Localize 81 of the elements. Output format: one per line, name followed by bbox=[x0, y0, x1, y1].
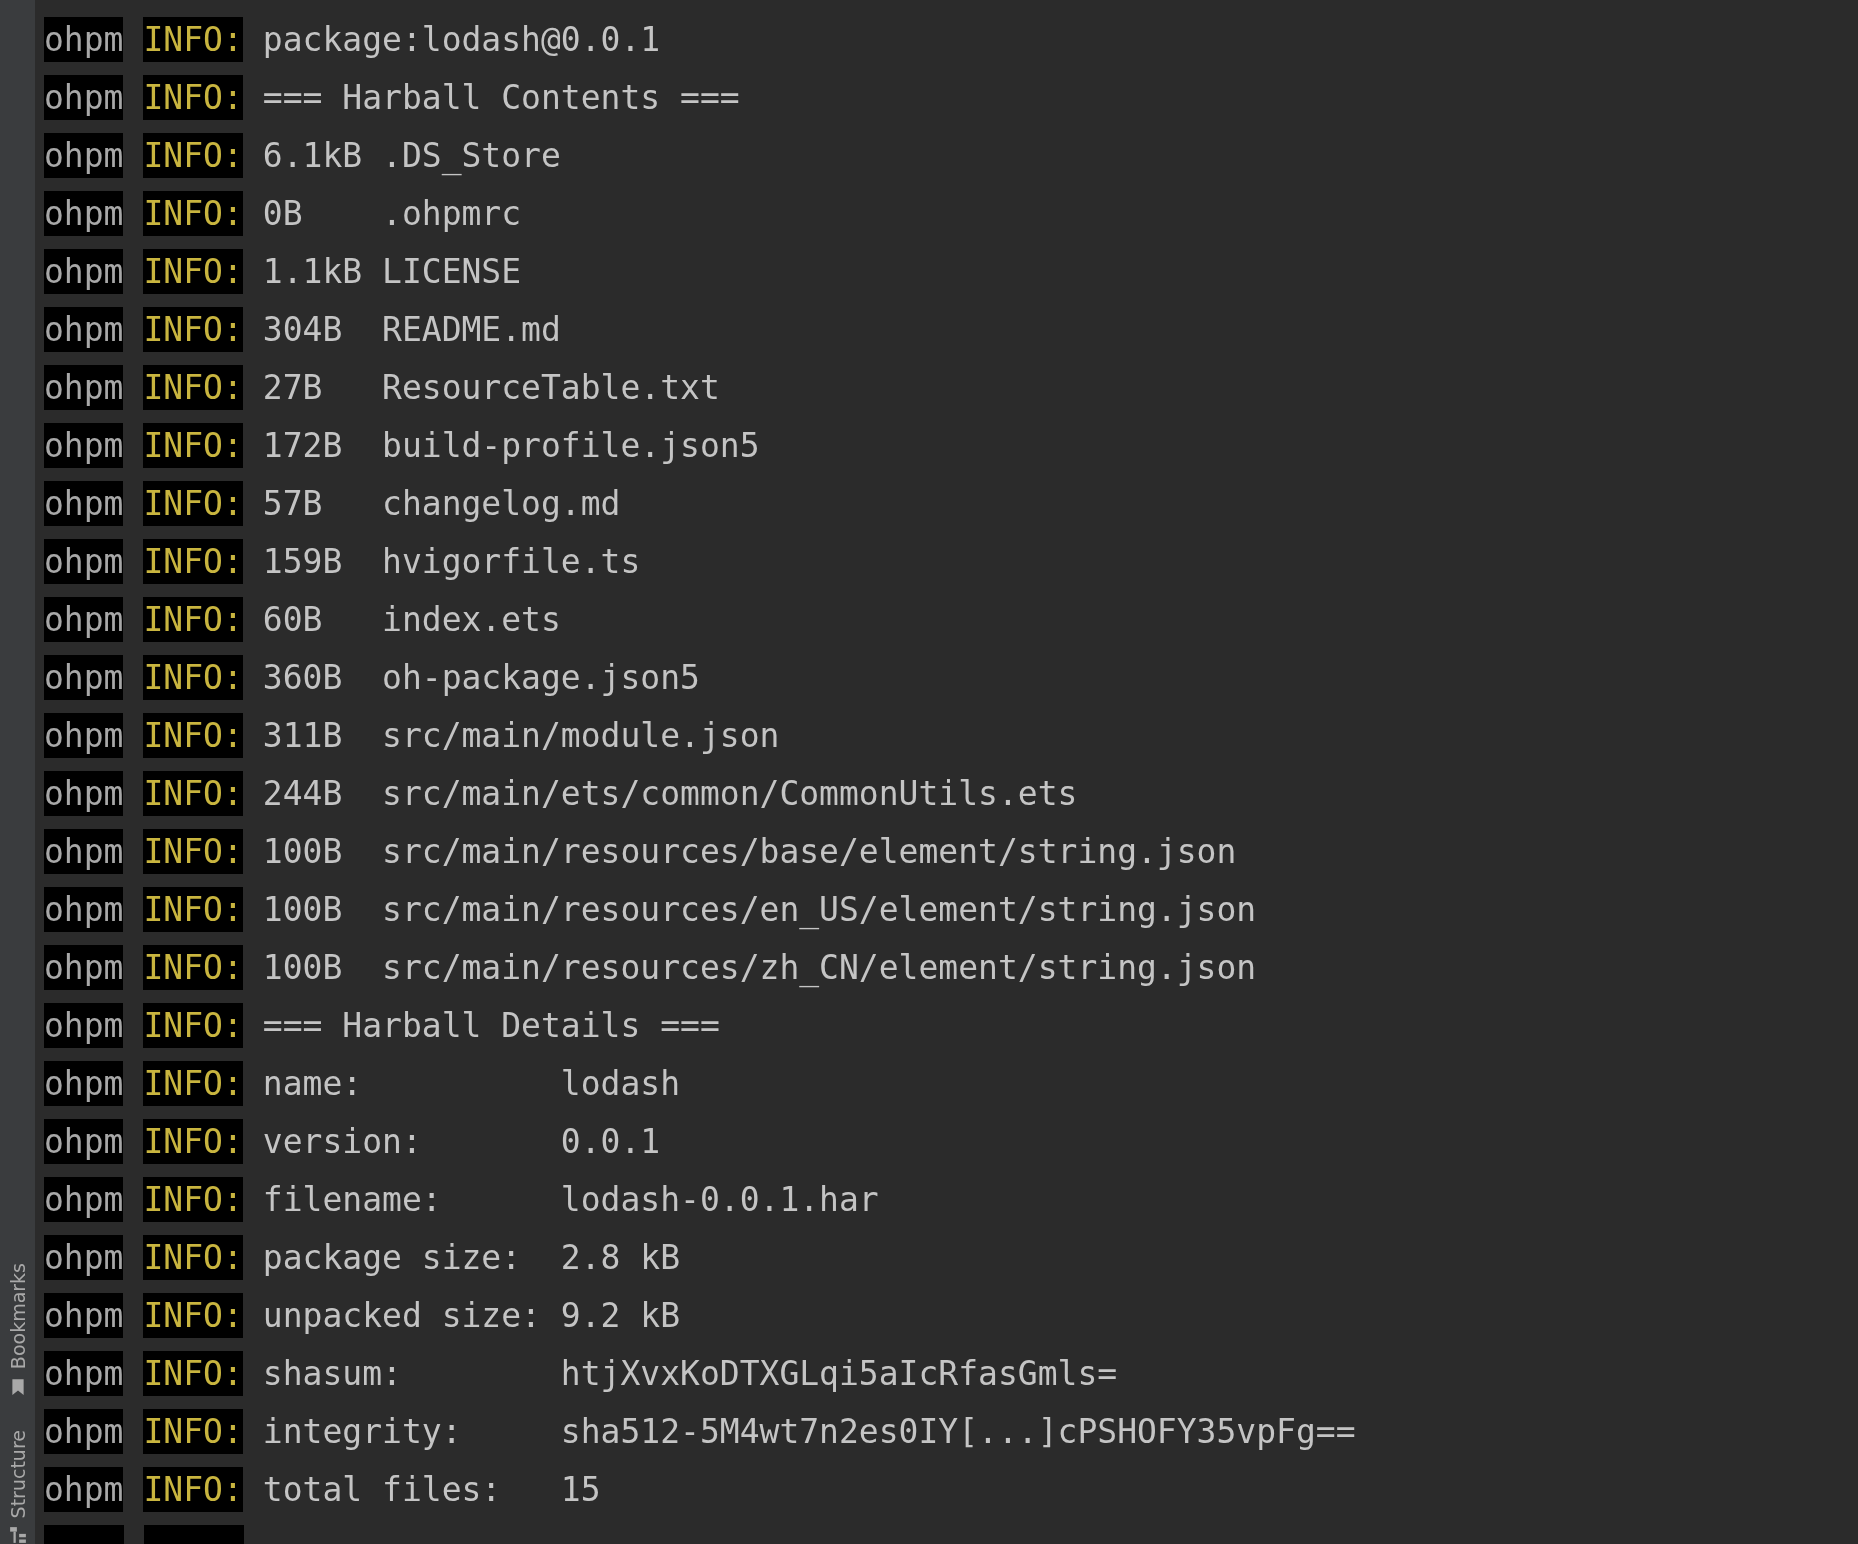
source-tag: ohpm bbox=[44, 1292, 124, 1338]
source-tag: ohpm bbox=[44, 248, 124, 294]
source-tag: ohpm bbox=[44, 828, 124, 874]
log-level-tag: INFO: bbox=[143, 1234, 243, 1280]
log-message: 100B src/main/resources/zh_CN/element/string.json bbox=[262, 947, 1257, 987]
log-message: 100B src/main/resources/en_US/element/string.json bbox=[262, 889, 1257, 929]
log-level-tag: INFO: bbox=[143, 190, 243, 236]
log-level-tag: INFO: bbox=[143, 1118, 243, 1164]
log-message: package size: 2.8 kB bbox=[262, 1237, 681, 1277]
source-tag: ohpm bbox=[44, 1118, 124, 1164]
structure-icon bbox=[8, 1526, 27, 1544]
source-tag: ohpm bbox=[44, 712, 124, 758]
source-tag: ohpm bbox=[44, 1408, 124, 1454]
log-message: 159B hvigorfile.ts bbox=[262, 541, 641, 581]
source-tag: ohpm bbox=[44, 1350, 124, 1396]
log-level-tag: INFO: bbox=[143, 1002, 243, 1048]
source-tag: ohpm bbox=[44, 480, 124, 526]
log-message: 27B ResourceTable.txt bbox=[262, 367, 720, 407]
log-level-tag: INFO: bbox=[143, 1466, 243, 1512]
log-level-tag: INFO: bbox=[143, 1176, 243, 1222]
source-tag: ohpm bbox=[44, 654, 124, 700]
log-level-tag: INFO: bbox=[143, 248, 243, 294]
log-level-tag: INFO: bbox=[143, 770, 243, 816]
source-tag: ohpm bbox=[44, 1176, 124, 1222]
log-message: 1.1kB LICENSE bbox=[262, 251, 522, 291]
source-tag: ohpm bbox=[44, 364, 124, 410]
log-level-tag: INFO: bbox=[143, 132, 243, 178]
source-tag: ohpm bbox=[44, 422, 124, 468]
source-tag: ohpm bbox=[44, 770, 124, 816]
source-tag: ohpm bbox=[44, 1002, 124, 1048]
log-level-tag: INFO: bbox=[143, 1408, 243, 1454]
log-level-tag: INFO: bbox=[143, 364, 243, 410]
source-tag: ohpm bbox=[44, 1060, 124, 1106]
log-level-tag: INFO: bbox=[143, 886, 243, 932]
source-tag: ohpm bbox=[44, 16, 124, 62]
log-message: 0B .ohpmrc bbox=[262, 193, 522, 233]
log-level-tag: INFO: bbox=[143, 1060, 243, 1106]
log-level-tag: INFO: bbox=[143, 538, 243, 584]
log-message: package:lodash@0.0.1 bbox=[262, 19, 661, 59]
log-message: 60B index.ets bbox=[262, 599, 561, 639]
log-level-tag: INFO: bbox=[143, 422, 243, 468]
source-tag: ohpm bbox=[44, 596, 124, 642]
log-message: integrity: sha512-5M4wt7n2es0IY[...]cPSHOFY35vpFg== bbox=[262, 1411, 1356, 1451]
log-message: total files: 15 bbox=[262, 1469, 601, 1509]
log-level-tag: INFO: bbox=[143, 712, 243, 758]
log-message: shasum: htjXvxKoDTXGLqi5aIcRfasGmls= bbox=[262, 1353, 1118, 1393]
log-level-tag: INFO: bbox=[143, 654, 243, 700]
source-tag: ohpm bbox=[44, 1466, 124, 1512]
log-level-tag: INFO: bbox=[143, 480, 243, 526]
source-tag: ohpm bbox=[44, 538, 124, 584]
log-message: 360B oh-package.json5 bbox=[262, 657, 700, 697]
tool-window-tab[interactable]: Structure bbox=[6, 1429, 29, 1518]
tool-window-tab[interactable]: Bookmarks bbox=[6, 1263, 29, 1370]
source-tag: ohpm bbox=[44, 1234, 124, 1280]
log-message: name: lodash bbox=[262, 1063, 681, 1103]
log-message: 172B build-profile.json5 bbox=[262, 425, 760, 465]
source-tag: ohpm bbox=[44, 306, 124, 352]
log-level-tag: INFO: bbox=[143, 596, 243, 642]
log-level-tag: INFO: bbox=[143, 828, 243, 874]
source-tag: ohpm bbox=[44, 190, 124, 236]
log-message: filename: lodash-0.0.1.har bbox=[262, 1179, 879, 1219]
log-message: version: 0.0.1 bbox=[262, 1121, 661, 1161]
log-message: 304B README.md bbox=[262, 309, 561, 349]
source-tag: ohpm bbox=[44, 74, 124, 120]
log-message: 311B src/main/module.json bbox=[262, 715, 780, 755]
source-tag: ohpm bbox=[44, 132, 124, 178]
log-level-tag: INFO: bbox=[143, 1350, 243, 1396]
log-level-tag: INFO: bbox=[143, 944, 243, 990]
log-message: 100B src/main/resources/base/element/string.json bbox=[262, 831, 1237, 871]
log-message: 244B src/main/ets/common/CommonUtils.ets bbox=[262, 773, 1078, 813]
log-message: === Harball Contents === bbox=[262, 77, 740, 117]
log-message: === Harball Details === bbox=[262, 1005, 720, 1045]
log-level-tag: INFO: bbox=[143, 74, 243, 120]
log-message: 57B changelog.md bbox=[262, 483, 621, 523]
log-message: unpacked size: 9.2 kB bbox=[262, 1295, 681, 1335]
log-level-tag: INFO: bbox=[143, 1292, 243, 1338]
log-message: 6.1kB .DS_Store bbox=[262, 135, 561, 175]
source-tag: ohpm bbox=[44, 886, 124, 932]
source-tag: ohpm bbox=[44, 944, 124, 990]
log-level-tag: INFO: bbox=[143, 16, 243, 62]
log-level-tag: INFO: bbox=[143, 306, 243, 352]
